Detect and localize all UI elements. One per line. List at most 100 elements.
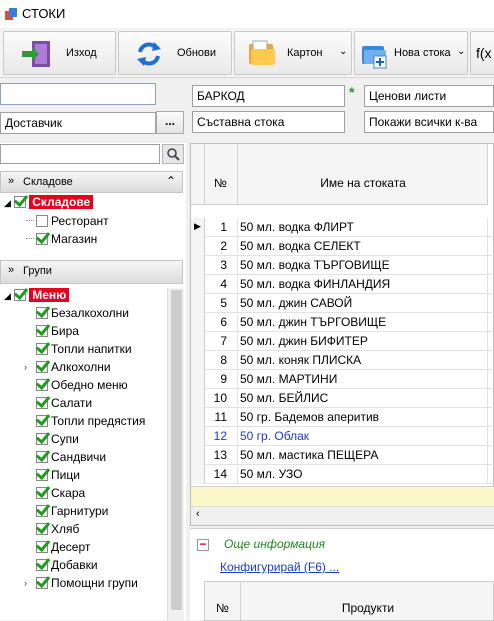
row-indicator[interactable] <box>191 389 205 408</box>
row-indicator[interactable] <box>191 256 205 275</box>
tree-group-item[interactable]: Супи <box>26 432 79 450</box>
tree-group-item[interactable]: Пици <box>26 468 80 486</box>
collapse-button[interactable]: − <box>197 538 209 551</box>
tree-warehouses-root[interactable]: ◢ Складове <box>4 195 94 213</box>
products-col-no[interactable]: № <box>205 582 241 620</box>
chevron-down-icon[interactable]: ⌄ <box>457 46 465 57</box>
checkbox-checked-icon[interactable] <box>36 397 48 409</box>
checkbox-checked-icon[interactable] <box>36 451 48 463</box>
tree-group-item[interactable]: Обедно меню <box>26 378 128 396</box>
checkbox-checked-icon[interactable] <box>36 469 48 481</box>
tree-group-item[interactable]: Добавки <box>26 558 98 576</box>
expand-right-icon[interactable]: › <box>24 362 27 372</box>
row-indicator[interactable] <box>191 332 205 351</box>
tree-search-button[interactable] <box>162 144 184 164</box>
column-header-no[interactable]: № <box>205 144 238 205</box>
checkbox-checked-icon[interactable] <box>36 487 48 499</box>
row-indicator[interactable] <box>191 465 205 484</box>
checkbox-checked-icon[interactable] <box>36 233 48 245</box>
checkbox-checked-icon[interactable] <box>36 307 48 319</box>
refresh-button[interactable]: Обнови <box>118 31 232 75</box>
groups-header[interactable]: » Групи <box>0 260 183 284</box>
tree-group-item[interactable]: Сандвичи <box>26 450 106 468</box>
chevron-up-icon[interactable]: ⌃ <box>166 174 176 188</box>
table-row[interactable]: 5 50 мл. джин САВОЙ <box>191 294 494 313</box>
table-row[interactable]: 10 50 мл. БЕЙЛИС <box>191 389 494 408</box>
table-row[interactable]: 3 50 мл. водка ТЪРГОВИЩЕ <box>191 256 494 275</box>
expand-down-icon[interactable]: ◢ <box>4 291 11 301</box>
show-quantities-select[interactable]: Покажи всички к-ва <box>364 111 494 133</box>
row-indicator[interactable] <box>191 294 205 313</box>
checkbox-checked-icon[interactable] <box>36 505 48 517</box>
row-indicator[interactable] <box>191 370 205 389</box>
row-indicator[interactable] <box>191 275 205 294</box>
scroll-left-icon[interactable]: ‹ <box>196 508 200 520</box>
tree-scrollbar[interactable] <box>167 288 184 620</box>
checkbox-empty-icon[interactable] <box>36 215 48 227</box>
tree-group-item[interactable]: Топли напитки <box>26 342 132 360</box>
search-input[interactable] <box>0 83 156 105</box>
table-row[interactable]: 14 50 мл. УЗО <box>191 465 494 484</box>
checkbox-checked-icon[interactable] <box>14 196 27 208</box>
checkbox-checked-icon[interactable] <box>36 379 48 391</box>
exit-button[interactable]: Изход <box>3 31 116 75</box>
chevron-down-icon[interactable]: ⌄ <box>339 46 347 57</box>
tree-group-item[interactable]: Бира <box>26 324 79 342</box>
tree-group-item[interactable]: Скара <box>26 486 85 504</box>
carton-button[interactable]: Картон ⌄ <box>234 31 352 75</box>
table-row[interactable]: 4 50 мл. водка ФИНЛАНДИЯ <box>191 275 494 294</box>
tree-warehouse-item[interactable]: Ресторант <box>26 214 109 232</box>
checkbox-checked-icon[interactable] <box>36 433 48 445</box>
row-indicator[interactable] <box>191 446 205 465</box>
new-item-button[interactable]: Нова стока ⌄ <box>354 31 468 75</box>
row-indicator[interactable] <box>191 408 205 427</box>
table-row[interactable]: 7 50 мл. джин БИФИТЕР <box>191 332 494 351</box>
configure-link[interactable]: Конфигурирай (F6) ... <box>220 560 339 574</box>
checkbox-checked-icon[interactable] <box>14 289 27 301</box>
products-col-products-label[interactable]: Продукти <box>241 601 494 615</box>
expand-right-icon[interactable]: › <box>24 578 27 588</box>
checkbox-checked-icon[interactable] <box>36 541 48 553</box>
row-indicator[interactable] <box>191 351 205 370</box>
supplier-browse-button[interactable]: ... <box>156 111 184 134</box>
tree-search-input[interactable] <box>0 144 160 164</box>
price-lists-select[interactable]: Ценови листи <box>364 85 494 107</box>
column-header-name[interactable]: Име на стоката <box>238 144 488 205</box>
warehouses-header[interactable]: » Складове ⌃ <box>0 171 183 193</box>
tree-group-item[interactable]: Гарнитури <box>26 504 108 522</box>
table-row[interactable]: 12 50 гр. Облак <box>191 427 494 446</box>
row-indicator[interactable] <box>191 427 205 446</box>
row-indicator[interactable] <box>191 237 205 256</box>
tree-group-item[interactable]: Салати <box>26 396 92 414</box>
checkbox-checked-icon[interactable] <box>36 343 48 355</box>
grid-hscrollbar[interactable]: ‹ <box>191 506 494 525</box>
checkbox-checked-icon[interactable] <box>36 325 48 337</box>
table-row[interactable]: 11 50 гр. Бадемов аперитив <box>191 408 494 427</box>
supplier-field[interactable]: Доставчик <box>0 112 156 134</box>
tree-warehouse-item[interactable]: Магазин <box>26 232 97 250</box>
table-row[interactable]: 8 50 мл. коняк ПЛИСКА <box>191 351 494 370</box>
barcode-field[interactable]: БАРКОД <box>192 85 345 107</box>
formula-button[interactable]: f(x <box>470 31 494 75</box>
table-row[interactable]: 6 50 мл. джин ТЪРГОВИЩЕ <box>191 313 494 332</box>
checkbox-checked-icon[interactable] <box>36 559 48 571</box>
expand-down-icon[interactable]: ◢ <box>4 198 11 208</box>
tree-group-item[interactable]: › Алкохолни <box>24 360 111 378</box>
table-row[interactable]: 9 50 мл. МАРТИНИ <box>191 370 494 389</box>
tree-groups-root[interactable]: ◢ Меню <box>4 288 70 306</box>
tree-group-item[interactable]: Хляб <box>26 522 79 540</box>
table-row[interactable]: 2 50 мл. водка СЕЛЕКТ <box>191 237 494 256</box>
table-row[interactable]: ▶ 1 50 мл. водка ФЛИРТ <box>191 218 494 237</box>
tree-group-item[interactable]: › Помощни групи <box>24 576 138 594</box>
table-row[interactable]: 13 50 мл. мастика ПЕЩЕРА <box>191 446 494 465</box>
checkbox-checked-icon[interactable] <box>36 523 48 535</box>
tree-group-item[interactable]: Безалкохолни <box>26 306 129 324</box>
tree-scrollbar-thumb[interactable] <box>171 290 182 610</box>
row-indicator[interactable] <box>191 313 205 332</box>
checkbox-checked-icon[interactable] <box>36 361 48 373</box>
tree-group-item[interactable]: Десерт <box>26 540 90 558</box>
checkbox-checked-icon[interactable] <box>36 415 48 427</box>
composite-item-field[interactable]: Съставна стока <box>192 111 345 133</box>
checkbox-checked-icon[interactable] <box>36 577 48 589</box>
row-indicator[interactable]: ▶ <box>191 218 205 237</box>
